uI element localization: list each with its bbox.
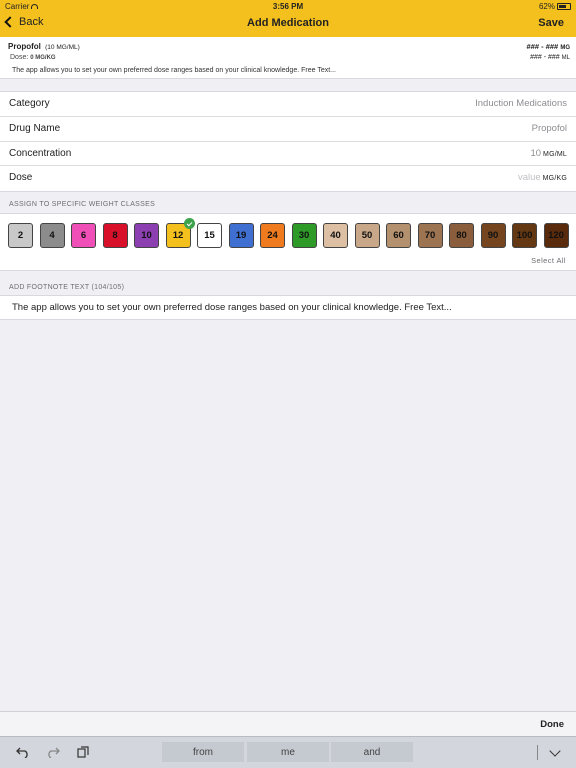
weight-class-19[interactable]: 19 xyxy=(228,223,254,248)
checkmark-icon xyxy=(183,218,195,229)
suggestion-1[interactable]: from xyxy=(162,742,244,762)
range-ml-unit: ML xyxy=(561,55,570,61)
clock: 3:56 PM xyxy=(272,2,304,11)
weight-class-12[interactable]: 12 xyxy=(165,218,195,248)
summary-drug: Propofol (10 MG/ML) xyxy=(8,42,80,51)
summary-note: The app allows you to set your own prefe… xyxy=(12,67,336,74)
weight-class-6[interactable]: 6 xyxy=(71,223,96,248)
concentration-value: 10 xyxy=(530,147,542,159)
weight-class-60[interactable]: 60 xyxy=(386,223,411,248)
weight-class-10[interactable]: 10 xyxy=(134,223,159,248)
weight-classes-panel: 2 4 6 8 10 12 15 19 24 30 40 50 60 70 80 90 100 120 Selec… xyxy=(0,213,576,271)
category-value[interactable]: Induction Medications xyxy=(475,98,567,109)
summary-dose-value: 0 MG/KG xyxy=(30,55,56,61)
keyboard-accessory-bar: Done xyxy=(0,711,576,736)
weight-classes-header: ASSIGN TO SPECIFIC WEIGHT CLASSES xyxy=(9,201,156,208)
dose-label: Dose xyxy=(9,172,33,184)
navigation-bar: Carrier 3:56 PM 62% Back Add Medication … xyxy=(0,0,576,37)
redo-icon[interactable] xyxy=(46,746,60,758)
save-button[interactable]: Save xyxy=(538,17,564,29)
concentration-field[interactable]: 10 MG/ML xyxy=(530,148,567,159)
dose-unit: MG/KG xyxy=(542,175,567,183)
dismiss-keyboard-icon[interactable] xyxy=(549,745,561,757)
weight-class-40[interactable]: 40 xyxy=(323,223,348,248)
weight-class-4[interactable]: 4 xyxy=(39,223,65,248)
undo-icon[interactable] xyxy=(16,746,30,758)
medication-summary: Propofol (10 MG/ML) Dose: 0 MG/KG The ap… xyxy=(0,37,576,79)
dose-field[interactable]: value MG/KG xyxy=(518,172,567,183)
weight-class-8[interactable]: 8 xyxy=(102,223,128,248)
range-mg-unit: MG xyxy=(560,45,570,51)
summary-dose-label: Dose: xyxy=(10,54,29,61)
summary-range-mg: ### - ### MG xyxy=(527,42,570,51)
category-row[interactable]: Category Induction Medications xyxy=(0,92,576,117)
keyboard-separator xyxy=(537,745,538,760)
weight-class-80[interactable]: 80 xyxy=(449,223,474,248)
page-title: Add Medication xyxy=(247,17,329,29)
concentration-unit: MG/ML xyxy=(543,150,567,158)
drug-name-label: Drug Name xyxy=(9,122,61,134)
medication-form: Category Induction Medications Drug Name… xyxy=(0,91,576,192)
dose-row[interactable]: Dose value MG/KG xyxy=(0,166,576,191)
drug-name-row[interactable]: Drug Name Propofol xyxy=(0,117,576,142)
select-all-button[interactable]: Select All xyxy=(531,256,566,265)
footnote-text: The app allows you to set your own prefe… xyxy=(12,302,452,313)
suggestion-3[interactable]: and xyxy=(331,742,413,762)
dose-placeholder: value xyxy=(517,172,541,184)
weight-class-30[interactable]: 30 xyxy=(291,223,317,248)
weight-class-70[interactable]: 70 xyxy=(417,223,443,248)
battery-percent: 62% xyxy=(538,2,555,11)
weight-class-24[interactable]: 24 xyxy=(260,223,285,248)
suggestion-2[interactable]: me xyxy=(247,742,329,762)
range-mg-value: ### - ### xyxy=(526,42,559,51)
drug-name-field[interactable]: Propofol xyxy=(532,123,567,134)
footnote-header: ADD FOOTNOTE TEXT (104/105) xyxy=(9,284,125,291)
battery-indicator: 62% xyxy=(539,2,571,11)
range-ml-value: ### - ### xyxy=(530,54,560,61)
weight-class-90[interactable]: 90 xyxy=(480,223,506,248)
weight-class-list: 2 4 6 8 10 12 15 19 24 30 40 50 60 70 80 90 100 120 xyxy=(8,218,569,248)
category-label: Category xyxy=(9,98,50,109)
summary-concentration: (10 MG/ML) xyxy=(45,44,80,51)
weight-class-50[interactable]: 50 xyxy=(354,223,380,248)
weight-class-100[interactable]: 100 xyxy=(512,223,537,248)
summary-drug-name: Propofol xyxy=(8,42,41,51)
footnote-field[interactable]: The app allows you to set your own prefe… xyxy=(0,295,576,320)
weight-class-15[interactable]: 15 xyxy=(197,223,222,248)
battery-icon xyxy=(557,3,571,10)
weight-class-120[interactable]: 120 xyxy=(543,223,569,248)
status-bar: Carrier 3:56 PM 62% xyxy=(0,2,576,12)
weight-class-2[interactable]: 2 xyxy=(8,223,33,248)
concentration-row[interactable]: Concentration 10 MG/ML xyxy=(0,142,576,167)
concentration-label: Concentration xyxy=(9,147,72,159)
keyboard-shortcut-bar: from me and xyxy=(0,736,576,768)
paste-icon[interactable] xyxy=(76,746,90,758)
summary-dose: Dose: 0 MG/KG xyxy=(10,54,56,61)
summary-range-ml: ### - ### ML xyxy=(530,54,570,61)
done-button[interactable]: Done xyxy=(540,719,564,730)
